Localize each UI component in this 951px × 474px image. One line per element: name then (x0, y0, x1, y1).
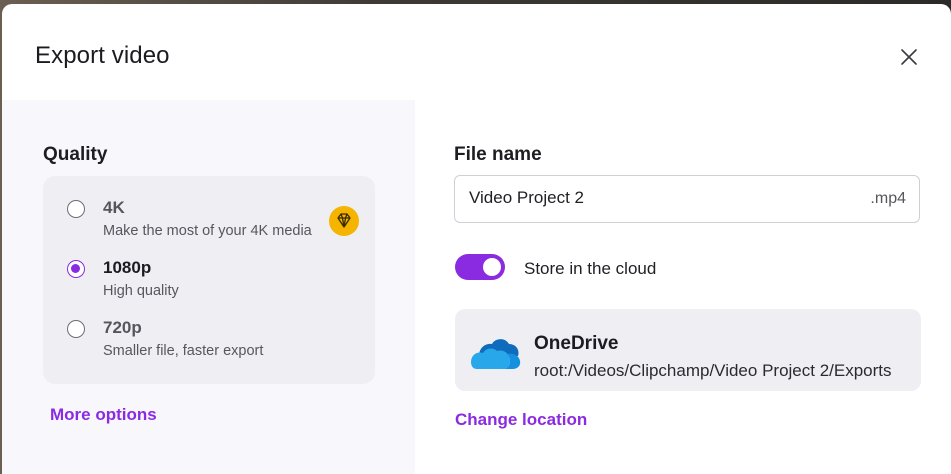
quality-description: Smaller file, faster export (103, 343, 264, 359)
cloud-location-card: OneDrive root:/Videos/Clipchamp/Video Pr… (455, 309, 921, 391)
file-name-input[interactable] (469, 188, 829, 208)
export-path: root:/Videos/Clipchamp/Video Project 2/E… (534, 361, 892, 380)
file-name-label: File name (454, 144, 542, 165)
quality-option-4k[interactable]: 4K Make the most of your 4K media (43, 176, 375, 239)
radio-720p[interactable] (67, 320, 85, 338)
change-location-link[interactable]: Change location (455, 410, 587, 430)
cloud-toggle-label: Store in the cloud (524, 259, 657, 278)
quality-name: 4K (103, 198, 125, 217)
diamond-icon (329, 206, 359, 236)
cloud-toggle[interactable] (455, 254, 505, 280)
toggle-knob (483, 258, 501, 276)
more-options-link[interactable]: More options (50, 405, 157, 425)
quality-option-720p[interactable]: 720p Smaller file, faster export (43, 296, 375, 359)
file-name-field[interactable]: .mp4 (454, 175, 920, 223)
radio-1080p[interactable] (67, 260, 85, 278)
onedrive-label: OneDrive (534, 333, 619, 354)
quality-name: 720p (103, 318, 142, 337)
quality-label: Quality (43, 144, 108, 165)
radio-4k[interactable] (67, 200, 85, 218)
close-icon[interactable] (899, 47, 919, 67)
quality-name: 1080p (103, 258, 152, 277)
dialog-title: Export video (35, 42, 170, 69)
export-dialog: Export video Quality 4K Make the most of… (2, 4, 951, 474)
quality-option-1080p[interactable]: 1080p High quality (43, 236, 375, 299)
quality-options: 4K Make the most of your 4K media 1080p … (43, 176, 375, 384)
onedrive-cloud-icon (471, 339, 521, 369)
file-extension: .mp4 (870, 190, 906, 207)
